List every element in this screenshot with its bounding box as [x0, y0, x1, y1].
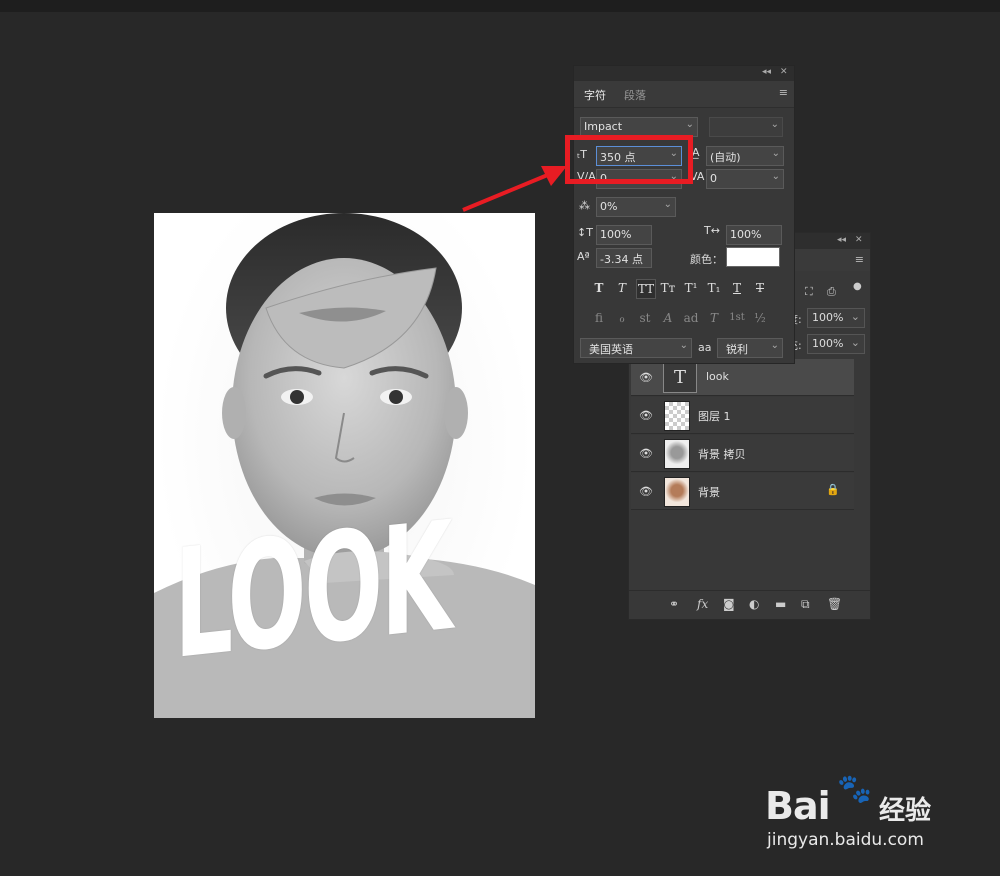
ordinals-button[interactable]: 1st [728, 309, 746, 327]
chevron-down-icon: ⌄ [771, 171, 780, 182]
leading-icon: A̲ [692, 146, 700, 159]
color-label: 颜色： [690, 253, 723, 266]
filter-toggle-icon[interactable]: ● [853, 281, 862, 292]
strikethrough-button[interactable]: T [751, 279, 769, 297]
discretionary-ligatures-button[interactable]: ℴ [613, 309, 631, 327]
chevron-down-icon: ⌄ [850, 310, 860, 323]
character-panel-tabs: 字符 段落 ≡ [574, 81, 794, 108]
paw-icon: 🐾 [837, 772, 872, 805]
collapse-icon[interactable]: ◂◂ [762, 67, 771, 77]
watermark-brand: Bai [765, 784, 831, 828]
layer-name: 背景 [698, 486, 720, 499]
chevron-down-icon: ⌄ [663, 199, 672, 210]
faux-italic-button[interactable]: T [613, 279, 631, 297]
ligatures-button[interactable]: fi [590, 309, 608, 327]
character-panel-header: ◂◂ ✕ [574, 66, 794, 81]
adjustment-icon[interactable]: ◐ [749, 597, 759, 611]
swash-button[interactable]: A [659, 309, 677, 327]
new-layer-icon[interactable]: ⧉ [801, 597, 810, 612]
faux-bold-button[interactable]: T [590, 279, 608, 297]
highlight-box [565, 135, 693, 184]
chevron-down-icon: ⌄ [770, 119, 779, 130]
layer-thumb [664, 401, 690, 431]
old-style-button[interactable]: st [636, 309, 654, 327]
tsume-icon: ⁂ [579, 199, 590, 212]
collapse-icon[interactable]: ◂◂ [837, 235, 846, 245]
layer-thumb [664, 477, 690, 507]
watermark-brand-cn: 经验 [879, 796, 932, 826]
chevron-down-icon: ⌄ [850, 336, 860, 349]
subscript-button[interactable]: T₁ [705, 279, 723, 297]
app-top-bar [0, 0, 1000, 12]
baidu-watermark: Bai 🐾 经验 jingyan.baidu.com [765, 770, 985, 860]
antialias-select[interactable]: 锐利 ⌄ [717, 338, 783, 358]
chevron-down-icon: ⌄ [771, 148, 780, 159]
mask-icon[interactable]: ◙ [723, 597, 735, 611]
horizontal-scale-icon: T↔ [704, 224, 720, 237]
font-style-select[interactable]: ⌄ [709, 117, 783, 137]
vertical-scale-field[interactable]: 100% [596, 225, 652, 245]
fractions-button[interactable]: ½ [751, 309, 769, 327]
look-text-overlay: LOOK [174, 489, 451, 693]
folder-icon[interactable]: ▬ [775, 597, 786, 611]
baseline-shift-icon: Aª [577, 250, 590, 263]
tracking-field[interactable]: 0 ⌄ [706, 169, 784, 189]
opacity-field[interactable]: 100% ⌄ [807, 308, 865, 328]
chevron-down-icon: ⌄ [770, 340, 779, 351]
layer-row-background-copy[interactable]: 👁 背景 拷贝 [631, 435, 854, 472]
panel-menu-icon[interactable]: ≡ [779, 86, 788, 99]
fill-field[interactable]: 100% ⌄ [807, 334, 865, 354]
eye-icon[interactable]: 👁 [639, 409, 653, 422]
titling-alternates-button[interactable]: T [705, 309, 723, 327]
layer-row-look[interactable]: 👁 T look [631, 359, 854, 396]
red-arrow [462, 166, 567, 212]
close-icon[interactable]: ✕ [780, 67, 788, 77]
underline-button[interactable]: T [728, 279, 746, 297]
canvas-document[interactable]: LOOK [154, 213, 535, 718]
eye-icon[interactable]: 👁 [639, 447, 653, 460]
watermark-url: jingyan.baidu.com [767, 830, 924, 850]
eye-icon[interactable]: 👁 [639, 371, 653, 384]
lock-icon: 🔒 [826, 483, 840, 496]
character-panel: ◂◂ ✕ 字符 段落 ≡ Impact ⌄ ⌄ ₜT 350 点 ⌄ A̲ (自动)… [573, 65, 795, 364]
all-caps-button[interactable]: TT [636, 279, 656, 299]
fx-icon[interactable]: fx [697, 597, 708, 611]
layer-thumb [664, 439, 690, 469]
chevron-down-icon: ⌄ [679, 340, 688, 351]
tab-paragraph[interactable]: 段落 [624, 87, 646, 103]
layer-name: 背景 拷贝 [698, 448, 746, 461]
vertical-scale-icon: ↕T [577, 226, 593, 239]
text-layer-thumb: T [663, 363, 697, 393]
layer-row-layer1[interactable]: 👁 图层 1 [631, 397, 854, 434]
horizontal-scale-field[interactable]: 100% [726, 225, 782, 245]
link-icon[interactable]: ⚭ [669, 597, 679, 611]
layer-name: 图层 1 [698, 410, 731, 423]
panel-menu-icon[interactable]: ≡ [855, 253, 864, 266]
transform-icon[interactable]: ⛶ [805, 285, 813, 299]
tsume-field[interactable]: 0% ⌄ [596, 197, 676, 217]
close-icon[interactable]: ✕ [855, 235, 863, 245]
eye-icon[interactable]: 👁 [639, 485, 653, 498]
chevron-down-icon: ⌄ [685, 119, 694, 130]
layer-row-background[interactable]: 👁 背景 🔒 [631, 473, 854, 510]
small-caps-button[interactable]: Tт [659, 279, 677, 297]
trash-icon[interactable]: 🗑 [827, 597, 842, 611]
font-family-select[interactable]: Impact ⌄ [580, 117, 698, 137]
layers-footer: ⚭ fx ◙ ◐ ▬ ⧉ 🗑 [629, 590, 870, 619]
baseline-shift-field[interactable]: -3.34 点 [596, 248, 652, 268]
color-swatch[interactable] [726, 247, 780, 267]
layer-name: look [706, 370, 729, 383]
language-select[interactable]: 美国英语 ⌄ [580, 338, 692, 358]
superscript-button[interactable]: T¹ [682, 279, 700, 297]
stylistic-alternates-button[interactable]: ad [682, 309, 700, 327]
artboard-icon[interactable]: ⎙ [827, 285, 836, 299]
leading-field[interactable]: (自动) ⌄ [706, 146, 784, 166]
tab-character[interactable]: 字符 [584, 87, 606, 103]
antialias-icon: aa [698, 341, 712, 354]
